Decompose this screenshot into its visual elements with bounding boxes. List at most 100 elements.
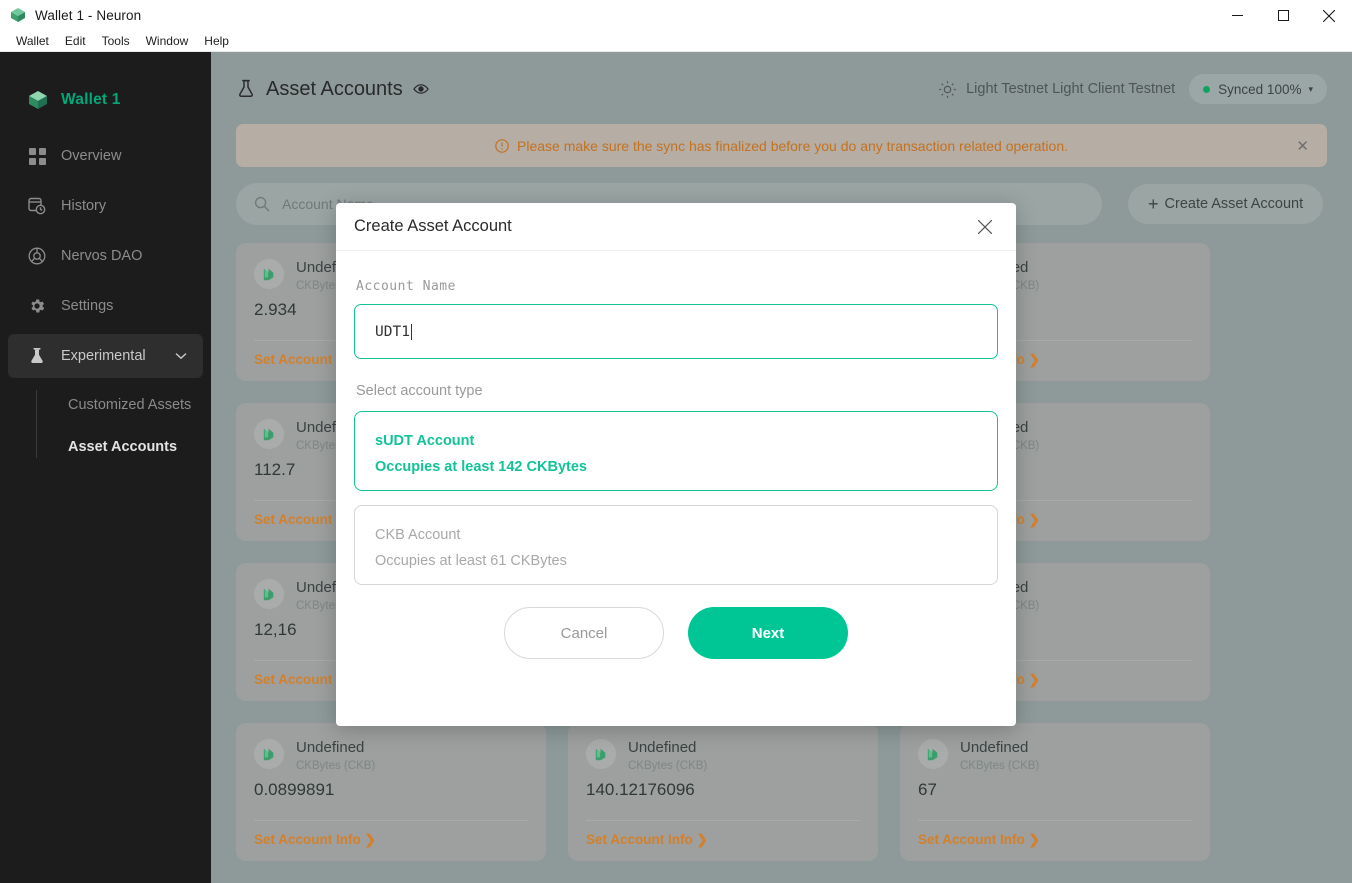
flask-icon [236, 79, 256, 99]
sidebar-wallet-name: Wallet 1 [61, 91, 121, 108]
set-account-info-link[interactable]: Set Account Info ❯ [918, 832, 1040, 848]
history-icon [27, 196, 47, 216]
ckb-token-icon [254, 419, 284, 449]
account-name: Undefined [296, 739, 365, 756]
sidebar-subnav: Customized Assets Asset Accounts [36, 384, 211, 468]
sun-icon [938, 80, 957, 99]
plus-icon: + [1148, 194, 1159, 214]
option-title: sUDT Account [375, 433, 475, 449]
asset-account-card[interactable]: Undefined CKBytes (CKB) 140.12176096 Set Ac… [568, 723, 878, 861]
window-title: Wallet 1 - Neuron [35, 7, 142, 23]
chevron-down-icon: ▾ [1308, 83, 1313, 94]
card-text: Undefined CKBytes (CKB) [296, 739, 375, 772]
sidebar-item-overview[interactable]: Overview [8, 134, 203, 178]
ckb-token-icon [254, 579, 284, 609]
info-circle-icon [495, 138, 509, 153]
menu-item-edit[interactable]: Edit [57, 31, 94, 51]
page-title: Asset Accounts [236, 78, 429, 101]
sidebar-item-experimental[interactable]: Experimental [8, 334, 203, 378]
account-type-option-sudt[interactable]: sUDT Account Occupies at least 142 CKByt… [354, 411, 998, 491]
dialog-title: Create Asset Account [354, 217, 512, 235]
account-name-field[interactable]: UDT1 [354, 304, 998, 359]
network-name: Light Testnet Light Client Testnet [966, 81, 1176, 97]
account-name-label: Account Name [356, 279, 456, 294]
page-header: Asset Accounts Light Testnet Light Clien… [211, 60, 1352, 118]
account-symbol: CKBytes (CKB) [296, 760, 376, 772]
account-type-option-ckb[interactable]: CKB Account Occupies at least 61 CKBytes [354, 505, 998, 585]
menu-item-wallet[interactable]: Wallet [8, 31, 57, 51]
warning-text: Please make sure the sync has finalized … [517, 137, 1068, 154]
asset-account-card[interactable]: Undefined CKBytes (CKB) 0.0899891 Set Accou… [236, 723, 546, 861]
sidebar-item-history[interactable]: History [8, 184, 203, 228]
menu-item-window[interactable]: Window [138, 31, 197, 51]
card-top: Undefined CKBytes (CKB) [918, 739, 1192, 772]
flask-icon [27, 346, 47, 366]
sidebar-item-label: History [61, 198, 107, 214]
sync-warning-banner: Please make sure the sync has finalized … [236, 124, 1327, 167]
sidebar-subitem-label: Asset Accounts [68, 439, 178, 455]
account-name: Undefined [960, 739, 1029, 756]
account-balance: 67 [918, 780, 937, 799]
sidebar-nav: Overview History Nervos DAO Settings Exp… [0, 134, 211, 468]
dialog-header: Create Asset Account [336, 203, 1016, 251]
sidebar-item-label: Overview [61, 148, 122, 164]
warning-message: Please make sure the sync has finalized … [495, 138, 1068, 154]
account-name-value: UDT1 [375, 323, 410, 340]
close-icon[interactable] [972, 214, 998, 240]
minimize-icon[interactable] [1214, 0, 1260, 31]
asset-account-card[interactable]: Undefined CKBytes (CKB) 67 Set Account Info… [900, 723, 1210, 861]
sidebar-item-label: Nervos DAO [61, 248, 143, 264]
card-top: Undefined CKBytes (CKB) [586, 739, 860, 772]
sidebar-item-settings[interactable]: Settings [8, 284, 203, 328]
menu-item-help[interactable]: Help [196, 31, 237, 51]
set-account-info-link[interactable]: Set Account Info ❯ [254, 832, 376, 848]
search-icon [254, 196, 270, 212]
close-icon[interactable]: ✕ [1296, 137, 1309, 155]
sidebar-item-customized-assets[interactable]: Customized Assets [36, 384, 211, 426]
ckb-token-icon [918, 739, 948, 769]
account-balance: 140.12176096 [586, 780, 695, 799]
next-button[interactable]: Next [688, 607, 848, 659]
card-divider [586, 820, 860, 821]
dialog-actions: Cancel Next [354, 607, 998, 659]
chevron-down-icon [175, 348, 187, 364]
sidebar-item-asset-accounts[interactable]: Asset Accounts [36, 426, 211, 468]
cancel-button[interactable]: Cancel [504, 607, 664, 659]
create-asset-account-label: Create Asset Account [1164, 196, 1304, 212]
eye-icon[interactable] [413, 83, 429, 95]
sidebar-item-label: Settings [61, 298, 114, 314]
window-titlebar: Wallet 1 - Neuron [0, 0, 1352, 31]
sync-dot-icon [1203, 85, 1211, 93]
sidebar-subitem-label: Customized Assets [68, 397, 192, 413]
account-symbol: CKBytes (CKB) [628, 760, 708, 772]
sync-status-text: Synced 100% [1218, 81, 1302, 97]
neuron-logo-icon [9, 6, 27, 24]
sidebar-item-label: Experimental [61, 348, 146, 364]
menu-item-tools[interactable]: Tools [94, 31, 138, 51]
option-title: CKB Account [375, 527, 461, 543]
ckb-token-icon [586, 739, 616, 769]
card-text: Undefined CKBytes (CKB) [628, 739, 707, 772]
option-description: Occupies at least 142 CKBytes [375, 459, 587, 475]
create-asset-account-button[interactable]: + Create Asset Account [1128, 184, 1324, 224]
ckb-token-icon [254, 259, 284, 289]
dialog-body: Account Name UDT1 Select account type sU… [336, 251, 1016, 659]
sidebar: Wallet 1 Overview History Nervos DAO Set… [0, 52, 211, 883]
sidebar-wallet-header[interactable]: Wallet 1 [0, 72, 211, 128]
account-name: Undefined [628, 739, 697, 756]
close-icon[interactable] [1306, 0, 1352, 31]
dao-icon [27, 246, 47, 266]
card-text: Undefined CKBytes (CKB) [960, 739, 1039, 772]
account-symbol: CKBytes (CKB) [960, 760, 1040, 772]
wallet-logo-icon [27, 89, 49, 111]
maximize-icon[interactable] [1260, 0, 1306, 31]
create-asset-account-dialog: Create Asset Account Account Name UDT1 S… [336, 203, 1016, 726]
sidebar-item-nervos-dao[interactable]: Nervos DAO [8, 234, 203, 278]
header-right: Light Testnet Light Client Testnet Synce… [938, 74, 1327, 104]
sync-status-badge[interactable]: Synced 100% ▾ [1189, 74, 1327, 104]
set-account-info-link[interactable]: Set Account Info ❯ [586, 832, 708, 848]
card-divider [918, 820, 1192, 821]
text-caret [410, 323, 412, 340]
page-title-text: Asset Accounts [266, 77, 403, 100]
gear-icon [27, 296, 47, 316]
